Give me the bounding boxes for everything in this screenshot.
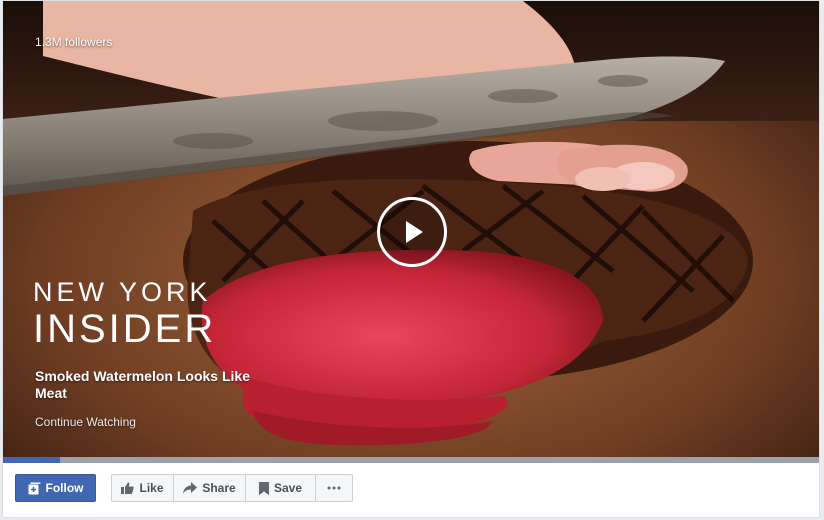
follow-button[interactable]: Follow: [15, 474, 96, 502]
bookmark-icon: [258, 481, 269, 495]
play-button[interactable]: [377, 197, 447, 267]
save-label: Save: [273, 481, 303, 495]
more-icon: [327, 486, 341, 490]
video-player[interactable]: 1.3M followers NEW YORK INSIDER Smoked W…: [3, 1, 819, 463]
follow-label: Follow: [45, 481, 84, 495]
continue-watching-link[interactable]: Continue Watching: [35, 415, 136, 429]
brand-logo-line2: INSIDER: [33, 307, 217, 351]
video-title[interactable]: Smoked Watermelon Looks Like Meat: [35, 368, 275, 402]
save-button[interactable]: Save: [246, 475, 316, 501]
share-label: Share: [202, 481, 236, 495]
share-arrow-icon: [183, 482, 198, 494]
brand-logo-line1: NEW YORK: [33, 277, 212, 307]
like-label: Like: [139, 481, 164, 495]
play-icon: [406, 221, 423, 243]
thumbs-up-icon: [121, 482, 135, 494]
followers-count: 1.3M followers: [35, 35, 113, 49]
action-button-group: Like Share Save: [111, 474, 353, 502]
more-options-button[interactable]: [316, 475, 352, 501]
add-page-icon: [28, 482, 41, 495]
share-button[interactable]: Share: [174, 475, 246, 501]
video-post-card: 1.3M followers NEW YORK INSIDER Smoked W…: [2, 0, 820, 518]
action-bar: Follow Like Share Save: [3, 463, 819, 517]
like-button[interactable]: Like: [112, 475, 174, 501]
